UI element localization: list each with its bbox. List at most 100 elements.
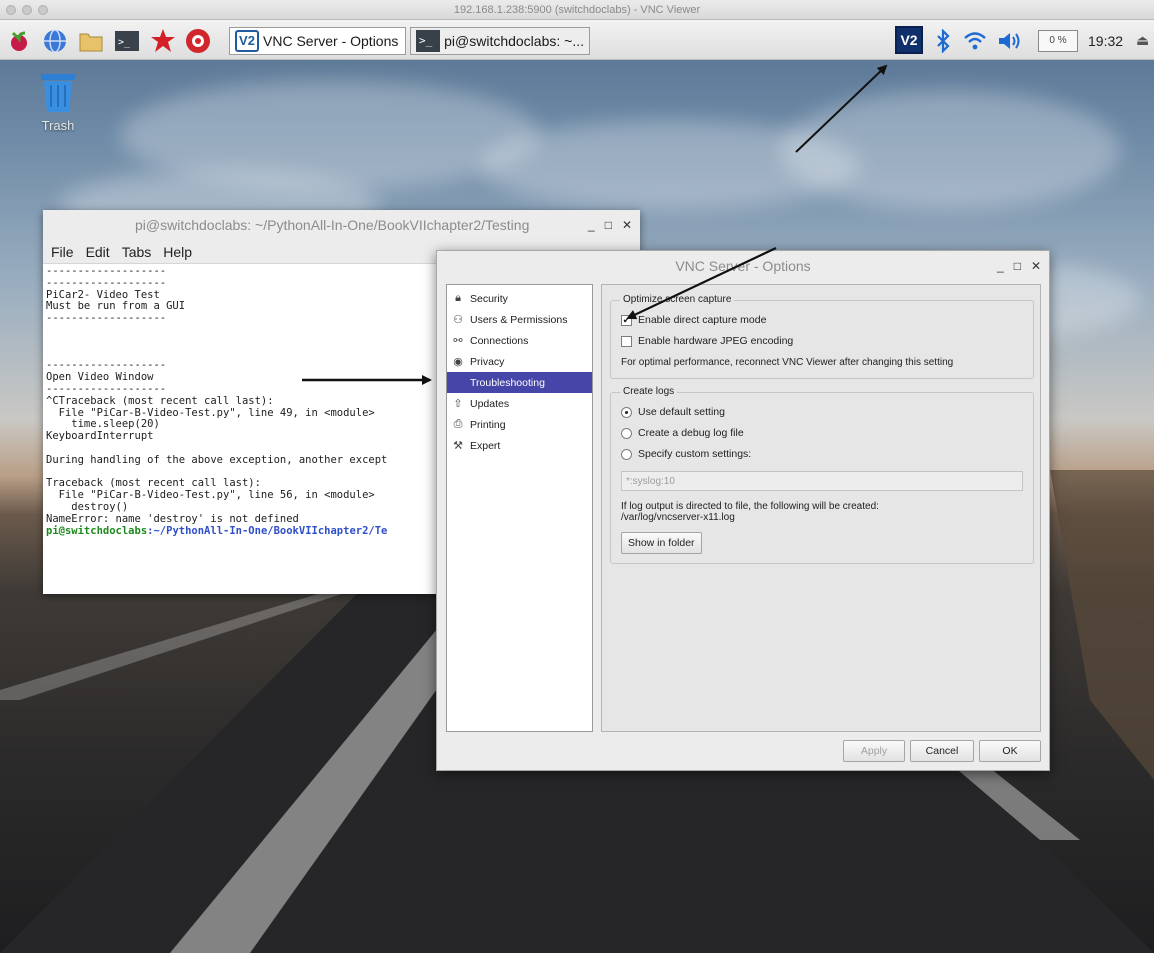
file-manager-icon[interactable] (78, 28, 104, 54)
wifi-icon[interactable] (962, 28, 988, 54)
updates-icon: ⇧ (453, 398, 463, 410)
apply-button[interactable]: Apply (843, 740, 905, 762)
category-label: Updates (470, 397, 510, 410)
category-privacy[interactable]: ◉ Privacy (447, 351, 592, 372)
minimize-icon[interactable]: _ (588, 210, 595, 240)
category-connections[interactable]: ⚯ Connections (447, 330, 592, 351)
log-option-label: Specify custom settings: (638, 448, 752, 460)
direct-capture-option[interactable]: ✔ Enable direct capture mode (621, 314, 766, 326)
printer-icon: ⎙ (453, 418, 463, 430)
task-vnc-options[interactable]: V2 VNC Server - Options (229, 27, 406, 55)
jpeg-encoding-option[interactable]: Enable hardware JPEG encoding (621, 335, 793, 347)
category-label: Expert (470, 439, 501, 452)
dialog-titlebar[interactable]: VNC Server - Options _ □ ✕ (437, 251, 1049, 281)
terminal-line: Open Video Window (46, 371, 154, 384)
terminal-titlebar[interactable]: pi@switchdoclabs: ~/PythonAll-In-One/Boo… (43, 210, 640, 240)
vnc-logo-icon: V2 (235, 30, 259, 52)
menu-tabs[interactable]: Tabs (122, 240, 152, 263)
jpeg-encoding-checkbox[interactable] (621, 335, 632, 347)
troubleshooting-panel: Optimize screen capture ✔ Enable direct … (601, 284, 1041, 732)
terminal-line: destroy() (71, 500, 129, 513)
terminal-line: time.sleep(20) (71, 418, 160, 431)
terminal-output[interactable]: ------------------- ------------------- … (43, 264, 448, 537)
category-users-permissions[interactable]: ⚇ Users & Permissions (447, 309, 592, 330)
window-controls[interactable] (6, 5, 48, 15)
lock-icon: 🔒︎ (455, 292, 461, 304)
log-option-label: Create a debug log file (638, 427, 744, 439)
log-default-radio[interactable] (621, 406, 632, 418)
log-option-default[interactable]: Use default setting (621, 406, 725, 418)
create-logs-group: Create logs Use default setting Create a… (610, 386, 1034, 564)
mathematica-icon[interactable] (150, 28, 176, 54)
minimize-icon[interactable]: _ (997, 251, 1004, 281)
clock[interactable]: 19:32 (1088, 30, 1123, 52)
log-option-label: Use default setting (638, 406, 725, 418)
terminal-line: KeyboardInterrupt (46, 430, 154, 443)
category-label: Privacy (470, 355, 505, 368)
eject-icon[interactable]: ⏏ (1136, 30, 1149, 52)
log-option-custom[interactable]: Specify custom settings: (621, 448, 751, 460)
category-printing[interactable]: ⎙ Printing (447, 414, 592, 435)
bluetooth-icon[interactable] (930, 28, 956, 54)
vnc-tray-icon[interactable]: V2 (895, 26, 923, 54)
create-logs-group-title: Create logs (620, 386, 678, 397)
direct-capture-checkbox[interactable]: ✔ (621, 314, 632, 326)
cpu-monitor[interactable]: 0 % (1038, 30, 1078, 52)
terminal-line: During handling of the above exception, … (46, 453, 388, 466)
category-security[interactable]: 🔒︎ Security (447, 288, 592, 309)
terminal-line: PiCar2- Video Test (46, 288, 160, 301)
terminal-line: ------------------- (46, 265, 167, 277)
terminal-title: pi@switchdoclabs: ~/PythonAll-In-One/Boo… (135, 217, 530, 233)
wrench-icon: ⚒ (453, 440, 463, 452)
category-expert[interactable]: ⚒ Expert (447, 435, 592, 456)
custom-log-input[interactable]: *:syslog:10 (621, 471, 1023, 491)
task-label: VNC Server - Options (263, 33, 399, 49)
vnc-viewer-titlebar: 192.168.1.238:5900 (switchdoclabs) - VNC… (0, 0, 1154, 20)
log-debug-radio[interactable] (621, 427, 632, 439)
maximize-icon[interactable]: □ (605, 210, 612, 240)
raspberry-menu-icon[interactable] (6, 28, 32, 54)
trash-icon (39, 72, 77, 114)
taskbar: >_ V2 VNC Server - Options >_ pi@switchd… (0, 20, 1154, 60)
category-label: Users & Permissions (470, 313, 568, 326)
log-info-line1: If log output is directed to file, the f… (621, 501, 879, 512)
direct-capture-label: Enable direct capture mode (638, 314, 767, 326)
terminal-line: NameError: name 'destroy' is not defined (46, 512, 299, 525)
menu-help[interactable]: Help (163, 240, 192, 263)
terminal-line: ------------------- (46, 312, 167, 325)
category-label: Connections (470, 334, 529, 347)
category-troubleshooting[interactable]: Troubleshooting (447, 372, 592, 393)
task-terminal[interactable]: >_ pi@switchdoclabs: ~... (410, 27, 590, 55)
terminal-line: ------------------- (46, 382, 167, 395)
log-custom-radio[interactable] (621, 448, 632, 460)
terminal-icon[interactable]: >_ (114, 28, 140, 54)
show-in-folder-button[interactable]: Show in folder (621, 532, 702, 554)
wolfram-icon[interactable] (185, 28, 211, 54)
dialog-title: VNC Server - Options (675, 258, 811, 274)
ok-button[interactable]: OK (979, 740, 1041, 762)
menu-edit[interactable]: Edit (86, 240, 110, 263)
terminal-line: ^CTraceback (most recent call last): (46, 394, 274, 407)
menu-file[interactable]: File (51, 240, 74, 263)
terminal-line: ------------------- (46, 276, 167, 289)
cancel-button[interactable]: Cancel (910, 740, 974, 762)
volume-icon[interactable] (996, 28, 1022, 54)
log-option-debug[interactable]: Create a debug log file (621, 427, 744, 439)
vnc-options-dialog: VNC Server - Options _ □ ✕ 🔒︎ Security ⚇ U… (436, 250, 1050, 771)
terminal-line: File "PiCar-B-Video-Test.py", line 56, i… (58, 489, 375, 502)
users-icon: ⚇ (453, 314, 463, 326)
window-controls: _ □ ✕ (997, 251, 1041, 281)
connections-icon: ⚯ (453, 335, 463, 347)
category-updates[interactable]: ⇧ Updates (447, 393, 592, 414)
category-label: Security (470, 292, 508, 305)
close-icon[interactable]: ✕ (1031, 251, 1041, 281)
close-icon[interactable]: ✕ (622, 210, 632, 240)
screen-capture-group: Optimize screen capture ✔ Enable direct … (610, 294, 1034, 379)
log-info-line2: /var/log/vncserver-x11.log (621, 512, 735, 523)
trash-desktop-icon[interactable]: Trash (28, 72, 88, 133)
trash-label: Trash (41, 118, 75, 133)
category-label: Troubleshooting (470, 376, 545, 389)
terminal-icon: >_ (416, 30, 441, 52)
maximize-icon[interactable]: □ (1014, 251, 1021, 281)
web-browser-icon[interactable] (42, 28, 68, 54)
